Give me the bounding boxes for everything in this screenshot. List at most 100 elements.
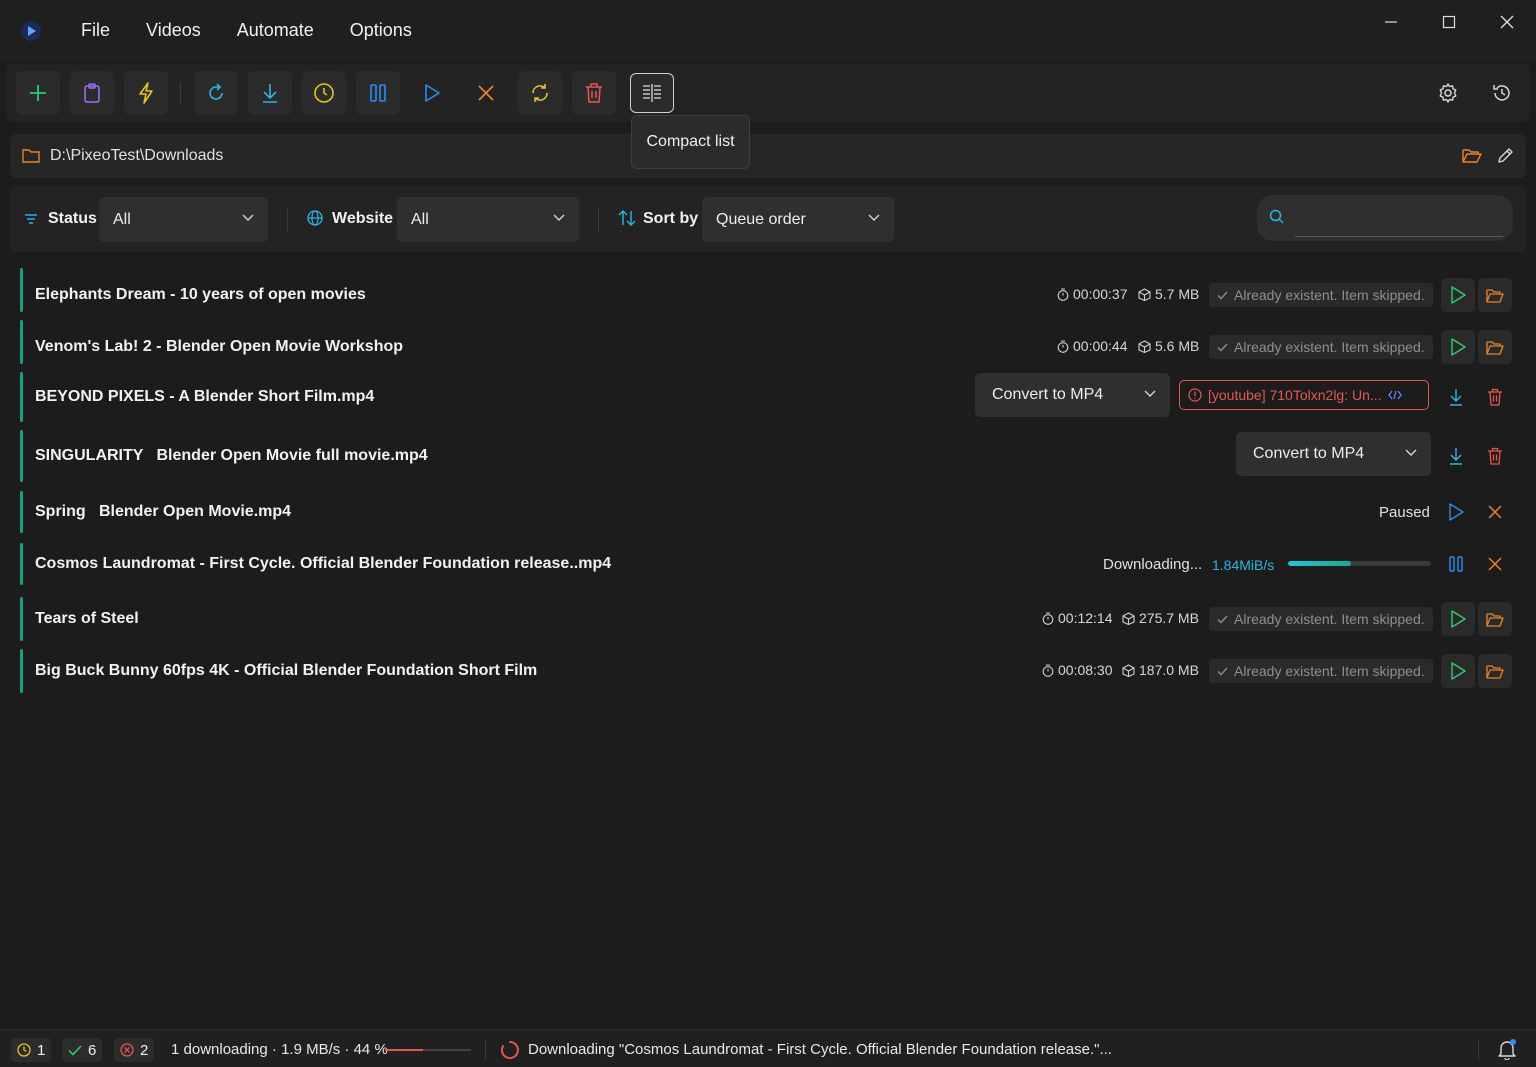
row-accent [20,649,23,693]
resume-button[interactable] [410,71,454,115]
paste-button[interactable] [70,71,114,115]
window-controls [1362,10,1536,34]
pause-icon [370,84,386,102]
filter-icon [24,213,38,225]
open-folder-button[interactable] [1478,330,1512,364]
done-count-badge[interactable]: 6 [62,1038,103,1062]
settings-button[interactable] [1426,71,1470,115]
list-item[interactable]: BEYOND PIXELS - A Blender Short Film.mp4… [18,372,1518,422]
check-icon [1217,615,1228,623]
clock-icon [17,1043,31,1057]
item-status: Paused [1379,504,1430,521]
item-duration: 00:00:37 [1057,286,1128,302]
lightning-icon [139,82,153,104]
open-folder-button[interactable] [1462,147,1482,163]
download-progress [1288,561,1431,566]
item-title: BEYOND PIXELS - A Blender Short Film.mp4 [35,388,375,405]
chevron-down-icon [1405,449,1417,457]
website-filter-select[interactable]: All [397,197,579,242]
sort-select[interactable]: Queue order [702,197,894,242]
status-badge: Already existent. Item skipped. [1209,283,1433,307]
list-item[interactable]: SINGULARITY Blender Open Movie full movi… [18,430,1518,482]
resume-button[interactable] [1439,495,1473,529]
filter-separator [287,208,288,232]
status-filter-select[interactable]: All [99,197,268,242]
box-icon [1138,339,1151,353]
play-button[interactable] [1441,602,1475,636]
cancel-button[interactable] [1478,495,1512,529]
minimize-button[interactable] [1362,10,1420,34]
quick-download-button[interactable] [124,71,168,115]
status-filter-label: Status [48,210,97,227]
item-title: Elephants Dream - 10 years of open movie… [35,286,366,303]
download-path-bar: D:\PixeoTest\Downloads [10,134,1526,178]
open-folder-button[interactable] [1478,278,1512,312]
status-bar: 1 6 2 1 downloading · 1.9 MB/s · 44 % Do… [0,1029,1536,1067]
notifications-button[interactable] [1496,1038,1518,1060]
close-button[interactable] [1478,10,1536,34]
pause-button[interactable] [1439,547,1473,581]
status-badge: Already existent. Item skipped. [1209,607,1433,631]
list-item[interactable]: Venom's Lab! 2 - Blender Open Movie Work… [18,320,1518,364]
toolbar-separator [180,82,181,104]
edit-path-button[interactable] [1496,147,1514,165]
cancel-button[interactable] [1478,547,1512,581]
download-button[interactable] [1439,380,1473,414]
pending-count-badge[interactable]: 1 [11,1038,52,1062]
download-button[interactable] [1439,439,1473,473]
convert-format-select[interactable]: Convert to MP4 [975,373,1170,417]
play-icon [1451,286,1466,304]
delete-button[interactable] [572,71,616,115]
filter-bar: Status All Website All Sort by Queue ord… [10,186,1526,252]
check-icon [1217,291,1228,299]
search-input[interactable] [1257,195,1513,241]
convert-format-select[interactable]: Convert to MP4 [1236,432,1431,476]
stopwatch-icon [1042,663,1054,677]
play-button[interactable] [1441,278,1475,312]
download-path[interactable]: D:\PixeoTest\Downloads [50,147,223,165]
list-item[interactable]: Cosmos Laundromat - First Cycle. Officia… [18,543,1518,585]
delete-button[interactable] [1478,380,1512,414]
toolbar [6,64,1530,122]
item-size: 5.6 MB [1138,338,1199,354]
list-item[interactable]: Spring Blender Open Movie.mp4 Paused [18,491,1518,533]
status-badge: Already existent. Item skipped. [1209,659,1433,683]
list-item[interactable]: Elephants Dream - 10 years of open movie… [18,268,1518,312]
error-badge[interactable]: [youtube] 710Tolxn2lg: Un... [1179,380,1429,410]
pause-button[interactable] [356,71,400,115]
play-button[interactable] [1441,330,1475,364]
open-folder-button[interactable] [1478,654,1512,688]
item-status: Downloading... [1103,556,1203,573]
download-button[interactable] [248,71,292,115]
compact-list-button[interactable] [630,73,674,113]
search-icon [1269,209,1284,224]
delete-button[interactable] [1478,439,1512,473]
error-count-badge[interactable]: 2 [114,1038,155,1062]
add-button[interactable] [16,71,60,115]
check-icon [1217,343,1228,351]
menu-options[interactable]: Options [350,20,412,41]
history-button[interactable] [1480,71,1524,115]
globe-icon [307,210,323,226]
sort-value: Queue order [716,211,806,228]
row-accent [20,430,23,482]
play-icon [1451,662,1466,680]
sync-icon [532,84,548,102]
box-icon [1122,611,1135,625]
menu-videos[interactable]: Videos [146,20,201,41]
menu-automate[interactable]: Automate [237,20,314,41]
list-item[interactable]: Big Buck Bunny 60fps 4K - Official Blend… [18,649,1518,693]
play-icon [1449,503,1464,521]
menu-file[interactable]: File [81,20,110,41]
list-item[interactable]: Tears of Steel 00:12:14 275.7 MB Already… [18,597,1518,641]
play-button[interactable] [1441,654,1475,688]
convert-button[interactable] [518,71,562,115]
cancel-button[interactable] [464,71,508,115]
folder-open-icon [1462,149,1482,163]
maximize-button[interactable] [1420,10,1478,34]
chevron-down-icon [868,214,880,222]
schedule-button[interactable] [302,71,346,115]
retry-button[interactable] [194,71,238,115]
open-folder-button[interactable] [1478,602,1512,636]
close-icon [478,85,494,101]
